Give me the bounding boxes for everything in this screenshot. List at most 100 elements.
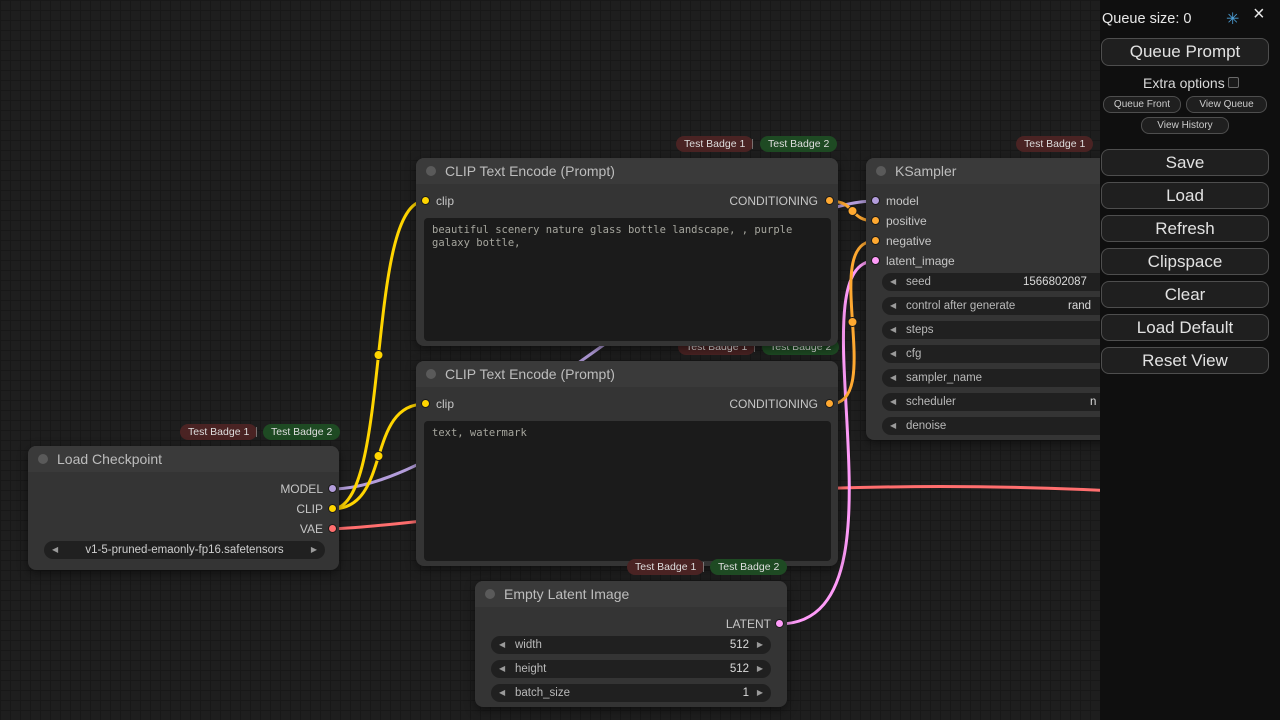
decrement-arrow-icon[interactable]: ◀	[890, 393, 896, 411]
batch-size-widget[interactable]: ◀ batch_size 1 ▶	[491, 684, 771, 702]
link-midpoint-dot	[848, 318, 857, 327]
clear-button[interactable]: Clear	[1101, 281, 1269, 308]
output-label-conditioning: CONDITIONING	[678, 397, 818, 411]
output-label-vae: VAE	[203, 522, 323, 536]
link-midpoint-dot	[848, 207, 857, 216]
decrement-arrow-icon[interactable]: ◀	[890, 321, 896, 339]
node-graph-canvas[interactable]: Test Badge 1 Test Badge 2 Test Badge 1 T…	[0, 0, 1280, 720]
widget-label: scheduler	[906, 393, 956, 411]
refresh-button[interactable]: Refresh	[1101, 215, 1269, 242]
input-dot-positive[interactable]	[871, 216, 880, 225]
decrement-arrow-icon[interactable]: ◀	[499, 684, 505, 702]
prompt-textarea[interactable]: beautiful scenery nature glass bottle la…	[424, 218, 831, 341]
node-title-bar[interactable]: Empty Latent Image	[475, 581, 787, 607]
input-dot-negative[interactable]	[871, 236, 880, 245]
increment-arrow-icon[interactable]: ▶	[757, 660, 763, 678]
input-dot-latent-image[interactable]	[871, 256, 880, 265]
node-empty-latent-image[interactable]: Empty Latent Image LATENT ◀ width 512 ▶ …	[475, 581, 787, 707]
decrement-arrow-icon[interactable]: ◀	[890, 417, 896, 435]
output-dot-clip[interactable]	[328, 504, 337, 513]
node-badge: Test Badge 1	[1016, 136, 1093, 152]
decrement-arrow-icon[interactable]: ◀	[499, 660, 505, 678]
decrement-arrow-icon[interactable]: ◀	[890, 297, 896, 315]
node-title-bar[interactable]: Load Checkpoint	[28, 446, 339, 472]
widget-value: rand	[1068, 297, 1091, 315]
decrement-arrow-icon[interactable]: ◀	[52, 541, 58, 559]
badge-label: Test Badge 1	[1024, 138, 1085, 150]
badge-label: Test Badge 2	[271, 426, 332, 438]
node-title: CLIP Text Encode (Prompt)	[445, 366, 615, 382]
widget-label: denoise	[906, 417, 946, 435]
reset-view-button[interactable]: Reset View	[1101, 347, 1269, 374]
node-badge: Test Badge 2	[710, 559, 787, 575]
input-dot-model[interactable]	[871, 196, 880, 205]
widget-value: 512	[730, 636, 749, 654]
increment-arrow-icon[interactable]: ▶	[311, 541, 317, 559]
badge-label: Test Badge 1	[684, 138, 745, 150]
input-label-latent-image: latent_image	[886, 254, 955, 268]
node-badge: Test Badge 1	[180, 424, 257, 440]
ckpt-name-widget[interactable]: ◀ v1-5-pruned-emaonly-fp16.safetensors ▶	[44, 541, 325, 559]
width-widget[interactable]: ◀ width 512 ▶	[491, 636, 771, 654]
load-default-button[interactable]: Load Default	[1101, 314, 1269, 341]
increment-arrow-icon[interactable]: ▶	[757, 636, 763, 654]
collapse-dot-icon[interactable]	[426, 369, 436, 379]
output-dot-conditioning[interactable]	[825, 196, 834, 205]
widget-label: sampler_name	[906, 369, 982, 387]
output-dot-conditioning[interactable]	[825, 399, 834, 408]
node-clip-text-encode-positive[interactable]: CLIP Text Encode (Prompt) clip CONDITION…	[416, 158, 838, 346]
input-label-clip: clip	[436, 194, 454, 208]
widget-value: 1	[743, 684, 749, 702]
node-title: Empty Latent Image	[504, 586, 629, 602]
close-icon[interactable]: ×	[1253, 4, 1265, 24]
node-title-bar[interactable]: CLIP Text Encode (Prompt)	[416, 158, 838, 184]
badge-divider	[703, 562, 704, 572]
output-dot-model[interactable]	[328, 484, 337, 493]
input-label-model: model	[886, 194, 919, 208]
settings-icon[interactable]: ✳	[1226, 9, 1239, 29]
collapse-dot-icon[interactable]	[38, 454, 48, 464]
prompt-textarea[interactable]: text, watermark	[424, 421, 831, 561]
clipspace-button[interactable]: Clipspace	[1101, 248, 1269, 275]
extra-options-checkbox[interactable]	[1228, 77, 1239, 88]
output-dot-latent[interactable]	[775, 619, 784, 628]
widget-label: height	[515, 660, 546, 678]
queue-front-button[interactable]: Queue Front	[1103, 96, 1181, 113]
load-button[interactable]: Load	[1101, 182, 1269, 209]
widget-label: seed	[906, 273, 931, 291]
ckpt-name-value: v1-5-pruned-emaonly-fp16.safetensors	[85, 544, 283, 556]
node-title-bar[interactable]: CLIP Text Encode (Prompt)	[416, 361, 838, 387]
save-button[interactable]: Save	[1101, 149, 1269, 176]
height-widget[interactable]: ◀ height 512 ▶	[491, 660, 771, 678]
view-queue-button[interactable]: View Queue	[1186, 96, 1267, 113]
widget-value: n	[1090, 393, 1096, 411]
decrement-arrow-icon[interactable]: ◀	[890, 345, 896, 363]
widget-label: width	[515, 636, 542, 654]
increment-arrow-icon[interactable]: ▶	[757, 684, 763, 702]
input-dot-clip[interactable]	[421, 196, 430, 205]
view-history-button[interactable]: View History	[1141, 117, 1229, 134]
collapse-dot-icon[interactable]	[485, 589, 495, 599]
output-label-latent: LATENT	[651, 617, 771, 631]
node-title: CLIP Text Encode (Prompt)	[445, 163, 615, 179]
widget-label: control after generate	[906, 297, 1015, 315]
collapse-dot-icon[interactable]	[426, 166, 436, 176]
input-dot-clip[interactable]	[421, 399, 430, 408]
queue-prompt-button[interactable]: Queue Prompt	[1101, 38, 1269, 66]
link-midpoint-dot	[374, 351, 383, 360]
output-label-conditioning: CONDITIONING	[678, 194, 818, 208]
output-dot-vae[interactable]	[328, 524, 337, 533]
node-clip-text-encode-negative[interactable]: CLIP Text Encode (Prompt) clip CONDITION…	[416, 361, 838, 566]
node-badge: Test Badge 2	[263, 424, 340, 440]
decrement-arrow-icon[interactable]: ◀	[890, 273, 896, 291]
node-load-checkpoint[interactable]: Load Checkpoint MODEL CLIP VAE ◀ v1-5-pr…	[28, 446, 339, 570]
collapse-dot-icon[interactable]	[876, 166, 886, 176]
decrement-arrow-icon[interactable]: ◀	[499, 636, 505, 654]
decrement-arrow-icon[interactable]: ◀	[890, 369, 896, 387]
widget-value: 512	[730, 660, 749, 678]
badge-label: Test Badge 2	[718, 561, 779, 573]
node-title: Load Checkpoint	[57, 451, 162, 467]
badge-divider	[256, 427, 257, 437]
node-badge: Test Badge 1	[627, 559, 704, 575]
input-label-negative: negative	[886, 234, 931, 248]
